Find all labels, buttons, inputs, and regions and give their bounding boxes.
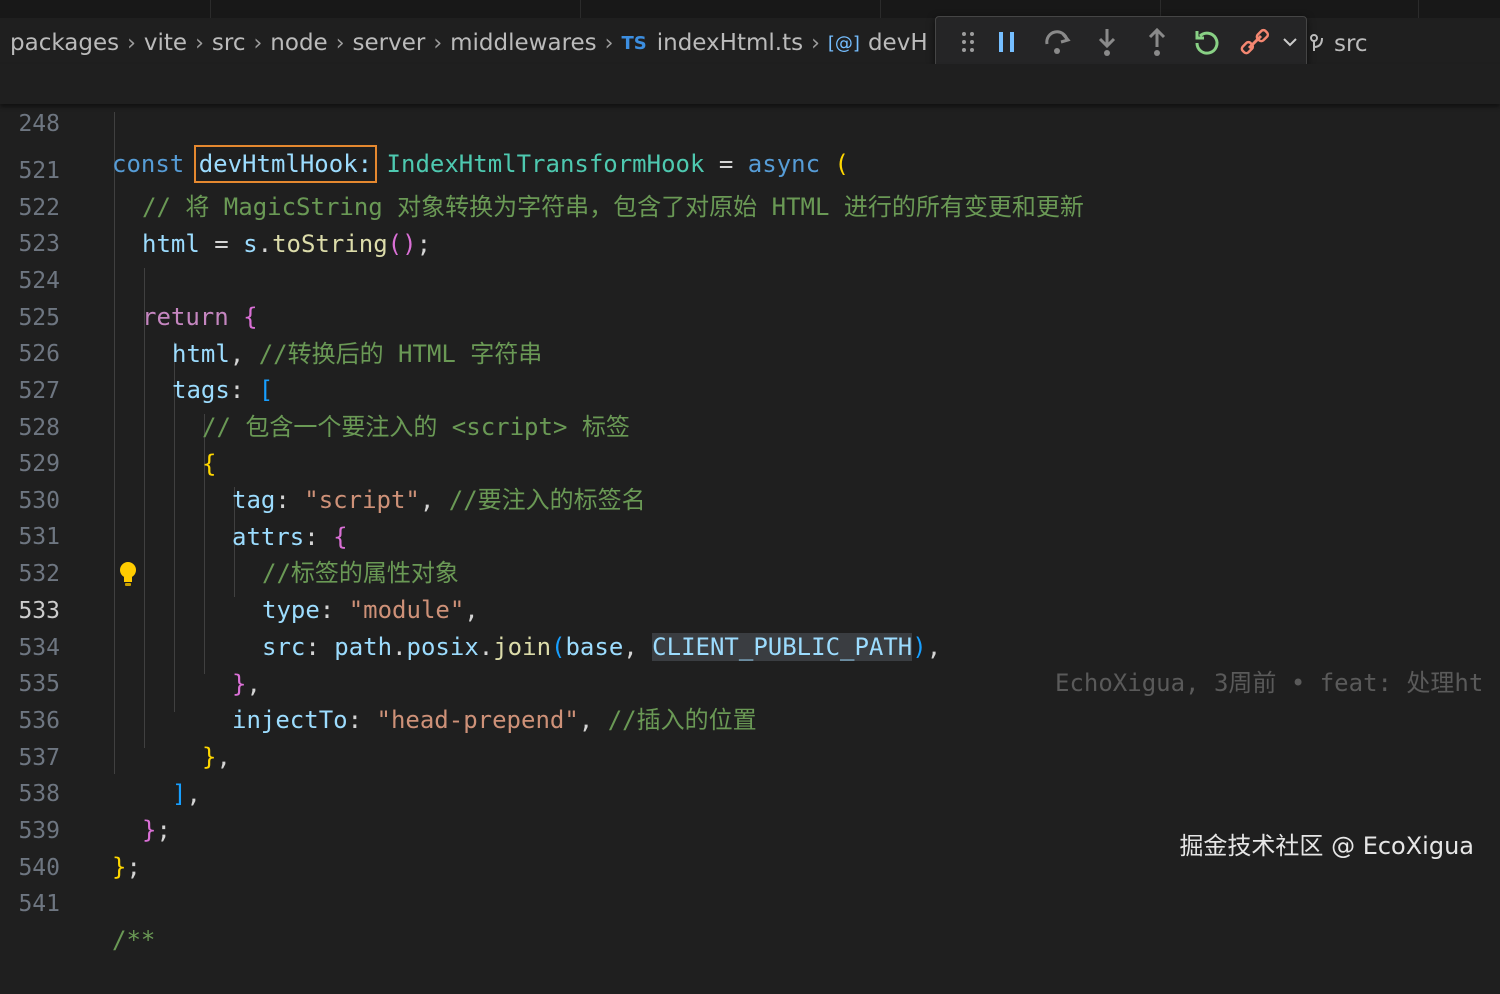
code-line[interactable]: 523	[0, 190, 1500, 257]
highlighted-identifier: devHtmlHook:	[193, 145, 378, 183]
code-line[interactable]: 532 type: "module",	[0, 520, 1500, 624]
code-line-active[interactable]: 533 src: path.posix.join(base, CLIENT_PU…	[0, 557, 1500, 697]
code-line[interactable]: 528 {	[0, 374, 1500, 478]
code-line[interactable]: 526 tags: [	[0, 300, 1500, 404]
watermark: 掘金技术社区 @ EcoXigua	[1179, 832, 1474, 860]
line-number: 541	[18, 891, 60, 917]
code-line[interactable]: 538 };	[0, 740, 1500, 844]
code-line[interactable]: 539 };	[0, 777, 1500, 881]
line-number: 248	[18, 111, 60, 137]
code-line[interactable]: 530 attrs: {	[0, 447, 1500, 551]
code-line[interactable]: 525 html, //转换后的 HTML 字符串	[0, 264, 1500, 368]
code-line[interactable]: 529 tag: "script", //要注入的标签名	[0, 410, 1500, 514]
code-line[interactable]: 531 //标签的属性对象	[0, 483, 1500, 587]
code-text: const devHtmlHook: IndexHtmlTransformHoo…	[112, 145, 849, 183]
code-line[interactable]: 534 },	[0, 594, 1500, 698]
sticky-line[interactable]: 248 const devHtmlHook: IndexHtmlTransfor…	[0, 64, 1500, 183]
sticky-scroll-header[interactable]: 248 const devHtmlHook: IndexHtmlTransfor…	[0, 64, 1500, 183]
code-line[interactable]: 535 injectTo: "head-prepend", //插入的位置	[0, 630, 1500, 734]
code-line[interactable]: 527 // 包含一个要注入的 <script> 标签	[0, 337, 1500, 441]
comment: /**	[112, 926, 156, 954]
code-editor[interactable]: 521 // 将 MagicString 对象转换为字符串，包含了对原始 HTM…	[0, 0, 1500, 954]
code-line[interactable]: 524 return {	[0, 227, 1500, 331]
code-line[interactable]: 536 },	[0, 667, 1500, 771]
code-line[interactable]: 537 ],	[0, 704, 1500, 808]
lightbulb-icon[interactable]	[116, 559, 140, 589]
